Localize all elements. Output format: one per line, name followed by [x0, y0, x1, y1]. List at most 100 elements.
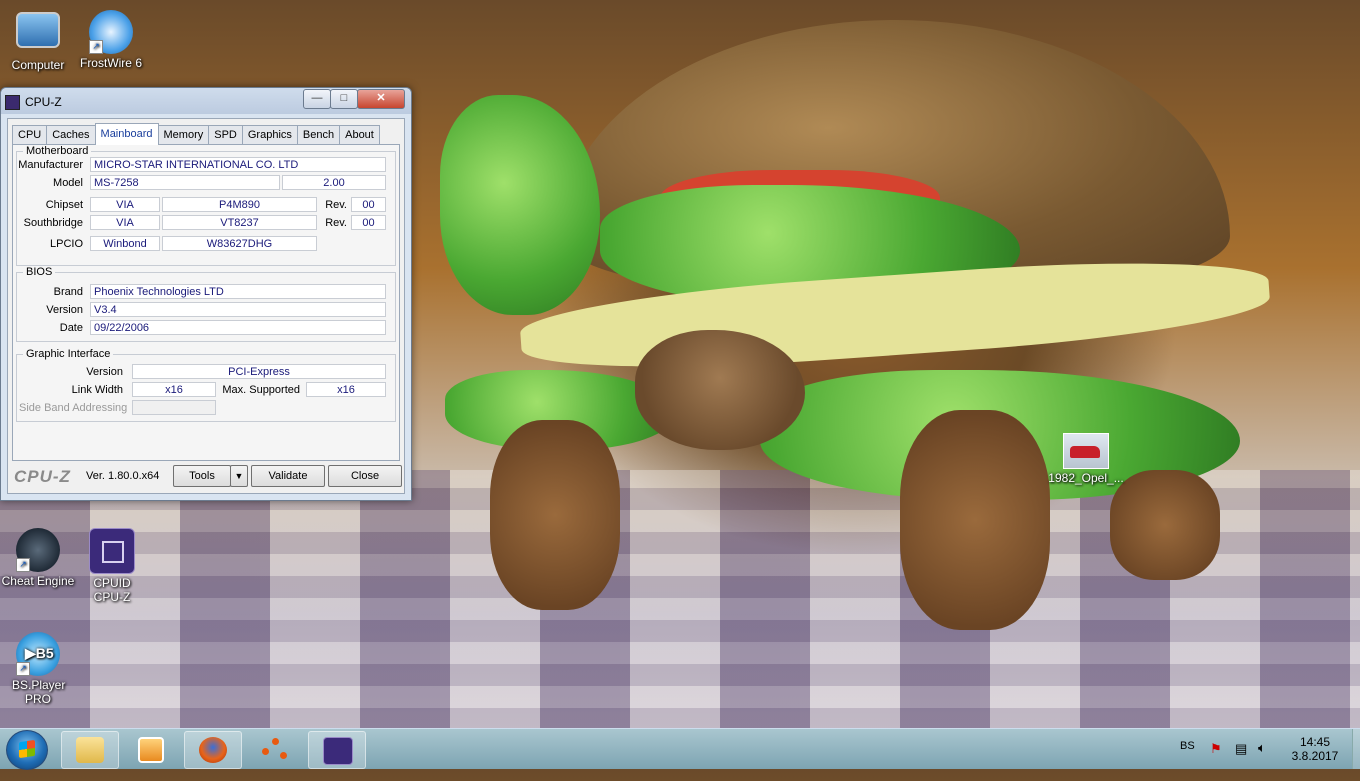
lpcio-label: LPCIO — [49, 238, 83, 250]
bios-version-label: Version — [46, 304, 83, 316]
link-width-value: x16 — [132, 382, 216, 397]
tab-bench[interactable]: Bench — [296, 125, 341, 144]
shortcut-arrow-icon: ↗ — [16, 558, 30, 572]
minimize-button[interactable]: — — [303, 89, 331, 109]
model-label: Model — [53, 177, 83, 189]
lpcio-vendor-value: Winbond — [90, 236, 160, 251]
window-title: CPU-Z — [25, 95, 62, 109]
maximize-button[interactable]: □ — [330, 89, 358, 109]
motherboard-legend: Motherboard — [26, 145, 89, 157]
start-button[interactable] — [6, 730, 48, 770]
chipset-label: Chipset — [45, 199, 83, 211]
lpcio-name-value: W83627DHG — [162, 236, 317, 251]
wallpaper-turtle-head — [635, 330, 805, 450]
desktop-icon-cheat-engine[interactable]: ↗ Cheat Engine — [0, 528, 76, 588]
bios-brand-value: Phoenix Technologies LTD — [90, 284, 386, 299]
chipset-vendor-value: VIA — [90, 197, 160, 212]
action-center-flag-icon[interactable]: ⚑ — [1210, 741, 1222, 781]
cpuz-icon — [89, 528, 135, 574]
chevron-down-icon: ▼ — [234, 471, 244, 481]
media-player-icon — [138, 737, 164, 763]
graphic-version-value: PCI-Express — [132, 364, 386, 379]
manufacturer-label: Manufacturer — [18, 159, 83, 171]
frostwire-icon: ↗ — [89, 10, 133, 54]
manufacturer-value: MICRO-STAR INTERNATIONAL CO. LTD — [90, 157, 386, 172]
folder-icon — [76, 737, 104, 763]
chipset-rev-label: Rev. — [325, 199, 347, 211]
computer-icon — [16, 12, 60, 48]
bios-date-value: 09/22/2006 — [90, 320, 386, 335]
model-revision-value: 2.00 — [282, 175, 386, 190]
tab-graphics[interactable]: Graphics — [241, 125, 298, 144]
mainboard-panel: Motherboard Manufacturer MICRO-STAR INTE… — [12, 144, 400, 461]
desktop-icon-opel-image[interactable]: 1982_Opel_... — [1048, 433, 1124, 485]
southbridge-label: Southbridge — [23, 217, 83, 229]
taskbar-explorer[interactable] — [61, 731, 119, 769]
network-icon[interactable]: ▤ — [1235, 741, 1247, 781]
bios-legend: BIOS — [26, 266, 53, 278]
wallpaper-turtle-leg — [1110, 470, 1220, 580]
side-band-label: Side Band Addressing — [19, 402, 128, 414]
bios-date-label: Date — [59, 322, 83, 334]
desktop-icon-cpuz[interactable]: CPUID CPU-Z — [74, 528, 150, 604]
max-supported-label: Max. Supported — [222, 384, 300, 396]
tools-dropdown-button[interactable]: ▼ — [230, 465, 248, 487]
tab-mainboard[interactable]: Mainboard — [94, 123, 159, 145]
cheat-engine-icon: ↗ — [16, 528, 60, 572]
taskbar-cpuz[interactable] — [308, 731, 366, 769]
graphic-interface-legend: Graphic Interface — [26, 348, 111, 360]
share-icon — [260, 736, 288, 762]
desktop-icon-bsplayer[interactable]: ▶B5 ↗ BS.Player PRO — [0, 632, 76, 706]
desktop-icon-frostwire[interactable]: ↗ FrostWire 6 — [73, 10, 149, 70]
close-window-button[interactable]: ✕ — [357, 89, 405, 109]
validate-button[interactable]: Validate — [251, 465, 325, 487]
cpuz-logo: CPU-Z — [14, 467, 71, 486]
version-text: Ver. 1.80.0.x64 — [86, 470, 160, 482]
windows-logo-icon — [19, 739, 35, 759]
wallpaper-turtle-leg — [490, 420, 620, 610]
wallpaper-turtle-leg — [900, 410, 1050, 630]
taskbar-share-app[interactable] — [246, 731, 302, 767]
southbridge-name-value: VT8237 — [162, 215, 317, 230]
tab-spd[interactable]: SPD — [208, 125, 243, 144]
cpuz-window: CPU-Z — □ ✕ CPU Caches Mainboard Memory … — [0, 87, 412, 501]
tab-caches[interactable]: Caches — [46, 125, 96, 144]
southbridge-rev-label: Rev. — [325, 217, 347, 229]
taskbar: BS ⚑ ▤ 🔈︎ 14:45 3.8.2017 — [0, 728, 1360, 770]
show-desktop-button[interactable] — [1352, 729, 1360, 769]
window-client: CPU Caches Mainboard Memory SPD Graphics… — [7, 118, 405, 494]
tab-cpu[interactable]: CPU — [12, 125, 48, 144]
cpuz-app-icon — [5, 95, 20, 110]
desktop-icon-computer[interactable]: Computer — [0, 10, 76, 72]
title-bar[interactable]: CPU-Z — □ ✕ — [1, 88, 411, 114]
taskbar-media-player[interactable] — [122, 731, 178, 767]
shortcut-arrow-icon: ↗ — [16, 662, 30, 676]
bsplayer-icon: ▶B5 ↗ — [16, 632, 60, 676]
window-footer: CPU-Z Ver. 1.80.0.x64 Tools ▼ Validate C… — [12, 464, 402, 488]
max-supported-value: x16 — [306, 382, 386, 397]
language-indicator[interactable]: BS — [1180, 740, 1195, 780]
taskbar-clock[interactable]: 14:45 3.8.2017 — [1280, 735, 1350, 763]
bios-version-value: V3.4 — [90, 302, 386, 317]
side-band-value — [132, 400, 216, 415]
taskbar-firefox[interactable] — [184, 731, 242, 769]
link-width-label: Link Width — [71, 384, 123, 396]
wallpaper-lettuce — [440, 95, 600, 315]
firefox-icon — [199, 737, 227, 763]
tab-memory[interactable]: Memory — [157, 125, 210, 144]
chipset-name-value: P4M890 — [162, 197, 317, 212]
clock-time: 14:45 — [1299, 735, 1331, 749]
model-value: MS-7258 — [90, 175, 280, 190]
volume-icon[interactable]: 🔈︎ — [1258, 740, 1266, 780]
chipset-rev-value: 00 — [351, 197, 386, 212]
bios-brand-label: Brand — [53, 286, 83, 298]
cpuz-icon — [323, 737, 353, 765]
image-file-icon — [1063, 433, 1109, 469]
tab-about[interactable]: About — [339, 125, 380, 144]
close-button[interactable]: Close — [328, 465, 402, 487]
tools-button[interactable]: Tools — [173, 465, 231, 487]
southbridge-vendor-value: VIA — [90, 215, 160, 230]
clock-date: 3.8.2017 — [1291, 749, 1339, 763]
shortcut-arrow-icon: ↗ — [89, 40, 103, 54]
tab-strip: CPU Caches Mainboard Memory SPD Graphics… — [12, 123, 380, 145]
